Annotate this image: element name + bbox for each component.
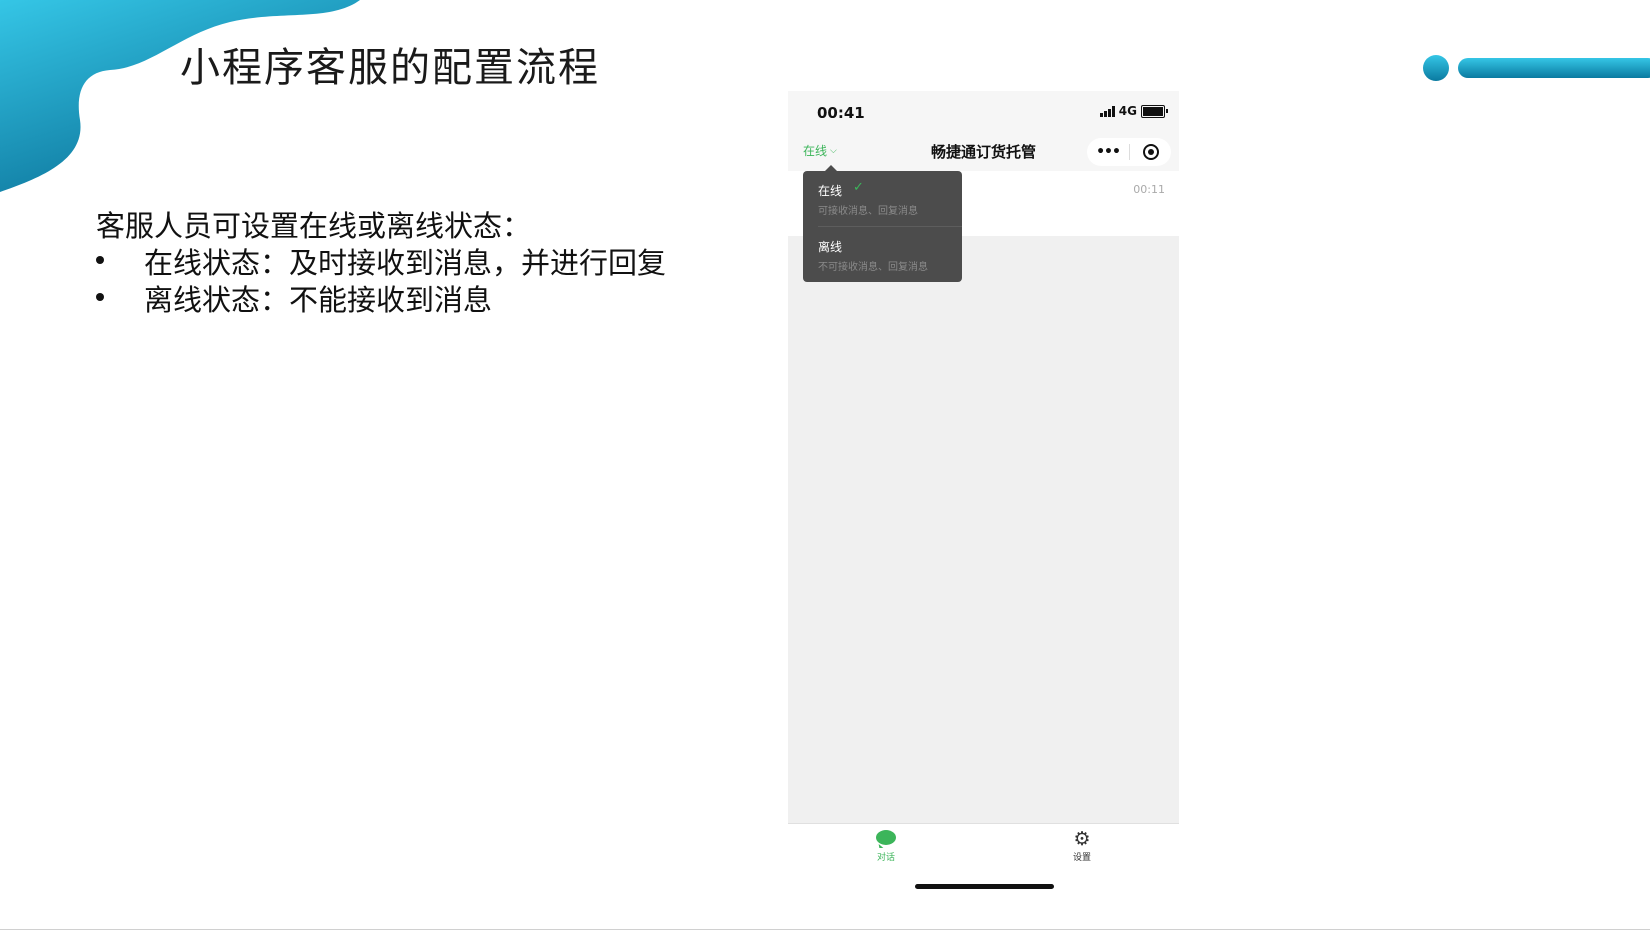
bullet-dot-icon	[96, 256, 104, 264]
bullet-text: 在线状态：及时接收到消息，并进行回复	[144, 246, 667, 280]
tab-bar: 对话 ⚙ 设置	[788, 823, 1179, 894]
decorative-wave-topleft	[0, 0, 360, 192]
checkmark-icon: ✓	[853, 180, 864, 195]
option-label: 离线	[818, 240, 843, 254]
status-bar: 00:41 4G	[788, 91, 1179, 131]
status-icons: 4G	[1099, 104, 1168, 118]
status-time: 00:41	[817, 104, 865, 122]
bullet-text: 离线状态：不能接收到消息	[144, 283, 493, 317]
battery-icon	[1141, 104, 1168, 118]
status-option-online[interactable]: 在线 ✓ 可接收消息、回复消息	[803, 171, 962, 227]
signal-icon	[1099, 105, 1115, 117]
decorative-pill-topright	[1423, 55, 1650, 81]
tab-label: 设置	[1072, 853, 1091, 863]
option-label: 在线	[818, 184, 843, 198]
gear-icon: ⚙	[1073, 828, 1091, 850]
slide-title: 小程序客服的配置流程	[180, 45, 600, 91]
chat-bubble-icon	[876, 830, 896, 845]
option-description: 不可接收消息、回复消息	[818, 262, 928, 273]
network-type: 4G	[1118, 104, 1137, 118]
tab-chat[interactable]: 对话	[856, 830, 916, 863]
tab-label: 对话	[876, 853, 895, 863]
capsule-close-button[interactable]	[1130, 144, 1171, 160]
slide-bottom-divider	[0, 929, 1650, 930]
option-description: 可接收消息、回复消息	[818, 206, 918, 217]
miniprogram-capsule: •••	[1087, 138, 1171, 166]
phone-screen: 00:41 4G 在线 ⌵ 畅捷通订货托管 ••• 00:11 在线 ✓ 可接收…	[788, 91, 1179, 894]
bullet-dot-icon	[96, 293, 104, 301]
home-indicator	[915, 884, 1054, 889]
capsule-close-icon	[1142, 144, 1159, 160]
status-dropdown-menu: 在线 ✓ 可接收消息、回复消息 离线 不可接收消息、回复消息	[803, 171, 962, 282]
nav-bar: 在线 ⌵ 畅捷通订货托管 •••	[788, 131, 1179, 171]
conversation-time: 00:11	[1133, 183, 1165, 196]
status-option-offline[interactable]: 离线 不可接收消息、回复消息	[803, 227, 962, 282]
tab-settings[interactable]: ⚙ 设置	[1052, 828, 1112, 864]
more-dots-icon[interactable]: •••	[1087, 144, 1129, 160]
intro-text: 客服人员可设置在线或离线状态：	[96, 209, 532, 243]
